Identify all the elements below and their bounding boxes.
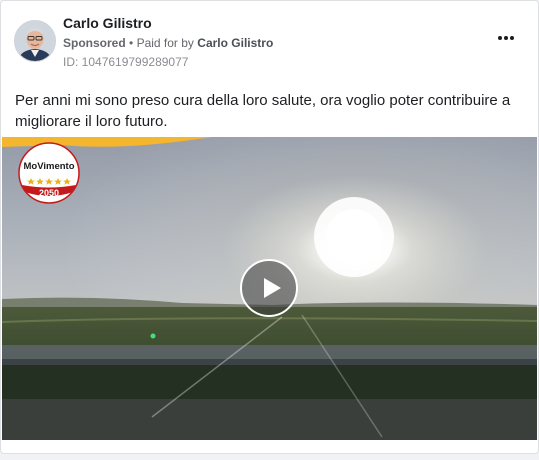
play-icon [264, 278, 281, 298]
ad-id: ID: 1047619799289077 [63, 55, 189, 69]
party-logo: MoVimento 2050 [18, 142, 80, 204]
avatar[interactable] [14, 20, 56, 62]
sponsored-meta: Sponsored • Paid for by Carlo Gilistro [63, 36, 273, 50]
meta-separator: • [129, 36, 134, 50]
sponsored-label: Sponsored [63, 36, 126, 50]
author-name[interactable]: Carlo Gilistro [63, 15, 152, 31]
video-player[interactable]: MoVimento 2050 [2, 137, 537, 440]
ad-card: Carlo Gilistro Sponsored • Paid for by C… [0, 0, 539, 454]
more-options-icon[interactable] [497, 31, 519, 45]
logo-number: 2050 [39, 188, 59, 198]
logo-wordmark: MoVimento [23, 161, 74, 172]
post-text: Per anni mi sono preso cura della loro s… [15, 92, 511, 130]
paid-for-by-name: Carlo Gilistro [197, 36, 274, 50]
paid-for-by-label: Paid for by [136, 36, 194, 50]
play-button[interactable] [240, 259, 298, 317]
